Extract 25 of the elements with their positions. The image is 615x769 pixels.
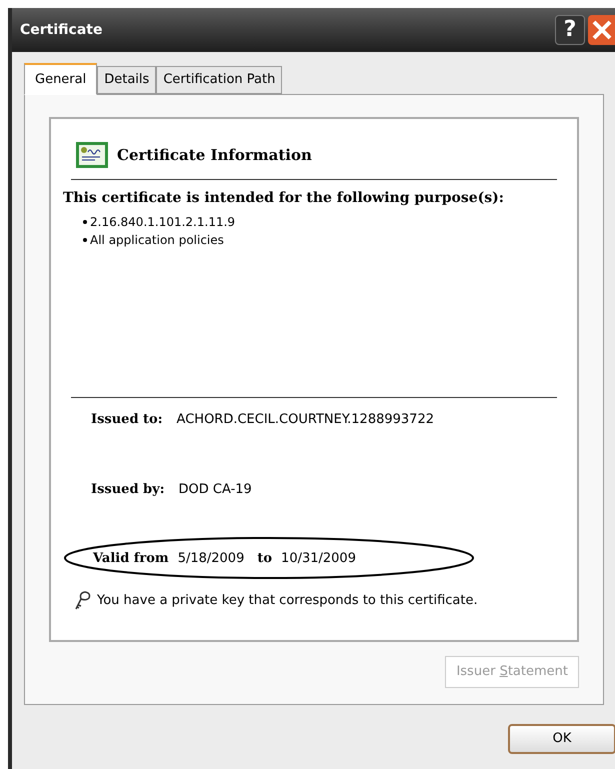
ok-button[interactable]: OK bbox=[508, 724, 615, 754]
section-heading: Certificate Information bbox=[117, 144, 312, 166]
close-icon bbox=[591, 19, 613, 41]
field-value: ACHORD.CECIL.COURTNEY.1288993722 bbox=[176, 411, 434, 429]
field-label: Issued to: bbox=[91, 411, 163, 429]
bullet-icon bbox=[83, 220, 87, 224]
certificate-icon bbox=[75, 141, 109, 169]
field-value: 5/18/2009 bbox=[178, 550, 244, 568]
help-button[interactable]: ? bbox=[555, 15, 585, 45]
purpose-heading: This certificate is intended for the following purpose(s): bbox=[63, 189, 505, 208]
field-label: Issued by: bbox=[91, 480, 164, 498]
window-title: Certificate bbox=[20, 20, 102, 40]
tab[interactable]: Certification Path bbox=[156, 66, 282, 94]
tab[interactable]: General bbox=[24, 63, 98, 95]
tab[interactable]: Details bbox=[97, 66, 156, 94]
field-label: to bbox=[257, 550, 272, 568]
purpose-item: All application policies bbox=[90, 232, 224, 249]
bullet-icon bbox=[83, 238, 87, 242]
key-icon bbox=[73, 590, 91, 610]
private-key-note: You have a private key that corresponds to this certificate. bbox=[97, 592, 478, 610]
close-button[interactable] bbox=[588, 15, 615, 45]
field-value: DOD CA-19 bbox=[178, 480, 252, 498]
purpose-item: 2.16.840.1.101.2.1.11.9 bbox=[90, 214, 236, 231]
field-label: Valid from bbox=[93, 550, 169, 568]
field-value: 10/31/2009 bbox=[281, 550, 356, 568]
